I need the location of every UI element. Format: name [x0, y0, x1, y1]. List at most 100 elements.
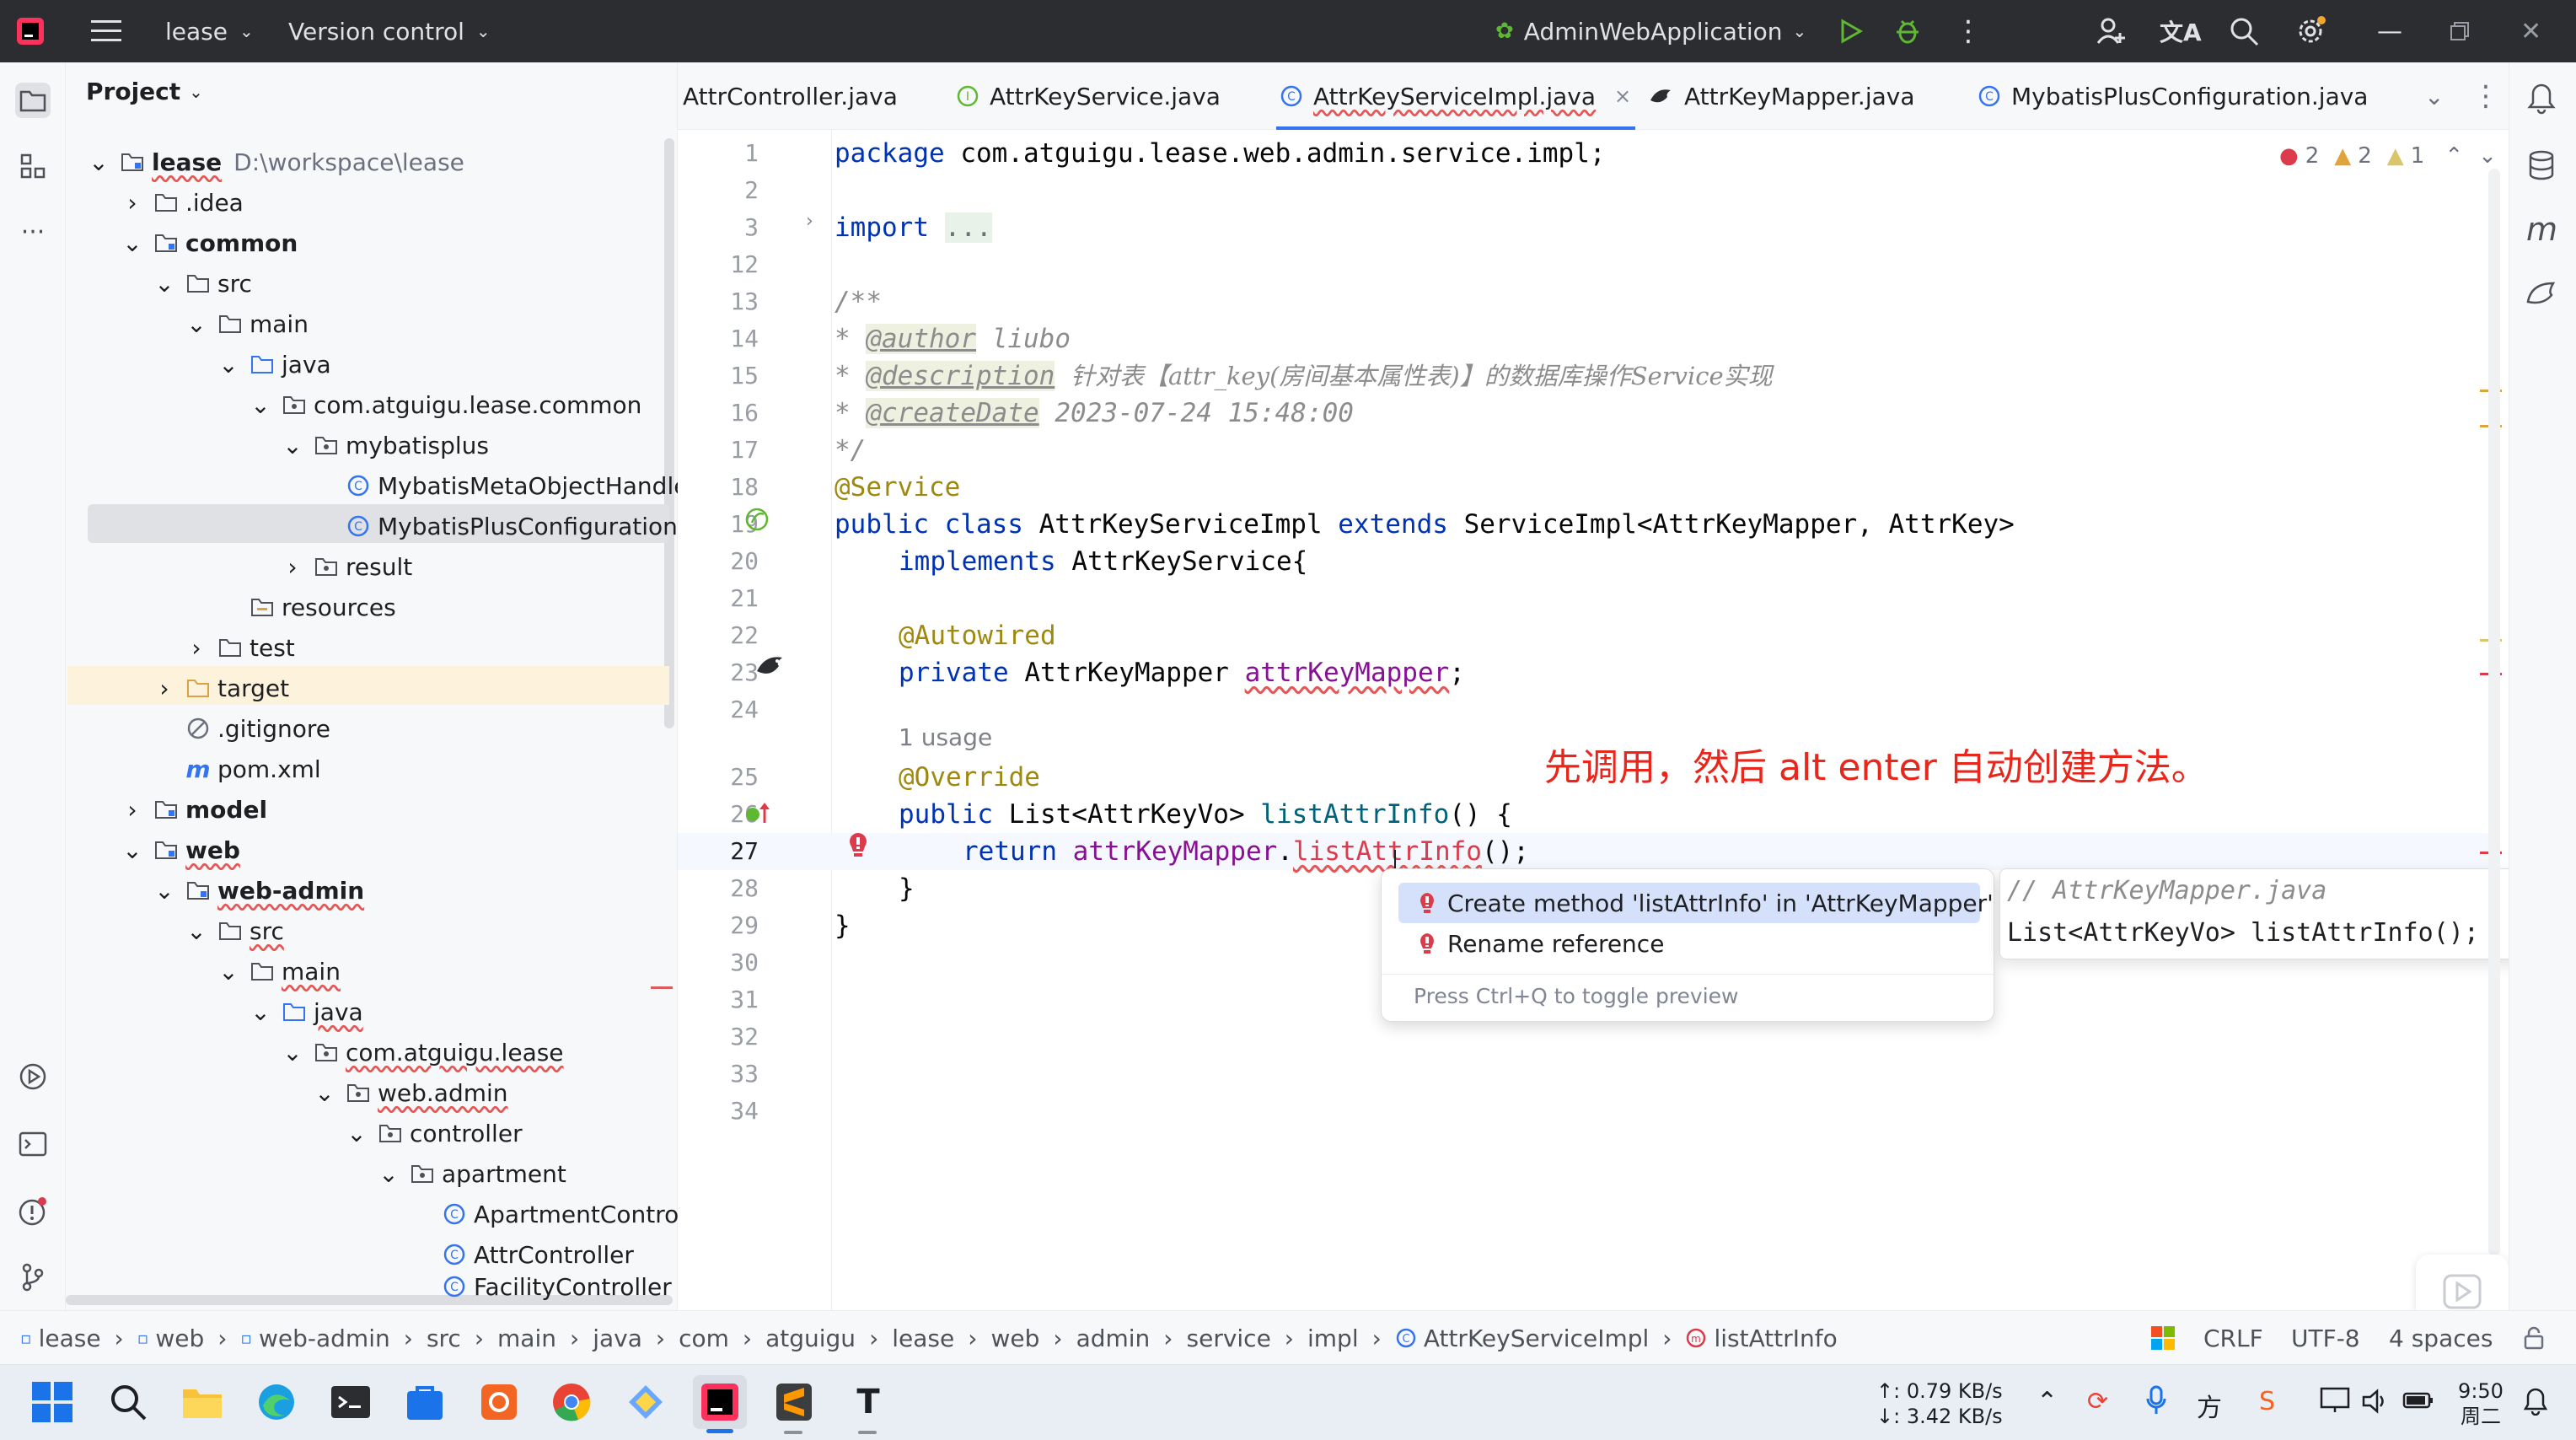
breadcrumb-item[interactable]: listAttrInfo	[1714, 1324, 1837, 1352]
fold-expand-icon[interactable]: ›	[806, 211, 813, 232]
breadcrumb-item[interactable]: admin	[1076, 1324, 1151, 1352]
import-fold[interactable]: ...	[944, 212, 992, 243]
battery-icon[interactable]	[2402, 1389, 2434, 1416]
tab-attr-key-mapper[interactable]: AttrKeyMapper.java	[1649, 62, 1915, 130]
breadcrumb-item[interactable]: src	[427, 1324, 461, 1352]
tray-chevron-up-icon[interactable]: ⌃	[2037, 1387, 2058, 1416]
tree-node[interactable]: C ApartmentControll	[442, 1194, 692, 1234]
store-app-icon[interactable]	[398, 1375, 452, 1429]
structure-tool-icon[interactable]	[15, 148, 51, 184]
tree-node[interactable]: ⌄ web	[122, 830, 240, 870]
tab-attr-key-service-impl[interactable]: C AttrKeyServiceImpl.java ×	[1280, 62, 1631, 130]
breadcrumb-item[interactable]: web	[155, 1324, 204, 1352]
next-problem-icon[interactable]: ⌄	[2478, 143, 2497, 169]
indent-setting[interactable]: 4 spaces	[2389, 1311, 2493, 1365]
tree-node[interactable]: resources	[250, 587, 396, 627]
minimize-button[interactable]: —	[2377, 0, 2402, 62]
tree-node[interactable]: ⌄ src	[186, 911, 284, 951]
restore-button[interactable]	[2450, 0, 2470, 62]
search-icon[interactable]	[2229, 0, 2259, 62]
line-separator[interactable]: CRLF	[2203, 1311, 2263, 1365]
spring-bean-icon[interactable]	[743, 506, 772, 538]
close-window-button[interactable]: ✕	[2520, 0, 2541, 62]
more-tools-icon[interactable]: ···	[15, 214, 51, 250]
notification-bell-icon[interactable]	[2522, 1387, 2549, 1419]
usage-hint[interactable]: 1 usage	[899, 723, 992, 751]
run-configuration-selector[interactable]: ✿ AdminWebApplication ⌄	[1495, 0, 1806, 62]
breadcrumb-item[interactable]: java	[593, 1324, 642, 1352]
display-icon[interactable]	[2320, 1387, 2350, 1417]
services-tool-icon[interactable]	[15, 1059, 51, 1094]
tree-node[interactable]: ⌄ apartment	[378, 1153, 566, 1194]
terminal-app-icon[interactable]	[324, 1375, 378, 1429]
project-switcher[interactable]: lease ⌄	[165, 0, 254, 62]
tree-node[interactable]: m pom.xml	[185, 749, 320, 789]
error-bulb-icon[interactable]	[846, 831, 870, 863]
read-only-lock-icon[interactable]	[2524, 1311, 2544, 1365]
taskbar-search-icon[interactable]	[101, 1375, 155, 1429]
tree-node[interactable]: C MybatisMetaObjectHandle	[346, 465, 688, 506]
tree-node[interactable]: ⌄ main	[186, 304, 309, 344]
tree-node[interactable]: › test	[187, 627, 294, 668]
tree-node[interactable]: ⌄ src	[154, 263, 252, 304]
create-method-action[interactable]: Create method 'listAttrInfo' in 'AttrKey…	[1398, 883, 1994, 923]
add-user-icon[interactable]	[2096, 0, 2126, 62]
project-panel-header[interactable]: Project ⌄	[86, 78, 203, 105]
tree-node[interactable]: ⌄ com.atguigu.lease	[282, 1032, 563, 1072]
inspection-widget[interactable]: ● 2 ▲ 2 ▲ 1 ⌃ ⌄	[2279, 143, 2497, 169]
tab-overflow-chevron-icon[interactable]: ⌄	[2424, 62, 2444, 130]
tree-node[interactable]: ⌄ java	[218, 344, 330, 384]
more-actions-icon[interactable]: ⋮	[1954, 0, 1983, 62]
breadcrumb-item[interactable]: service	[1187, 1324, 1271, 1352]
code-editor[interactable]	[678, 130, 2509, 1310]
tree-node[interactable]: › model	[123, 789, 267, 830]
tree-node[interactable]: ⌄ common	[122, 223, 298, 263]
sublime-text-icon[interactable]	[767, 1375, 821, 1429]
windows-logo-icon[interactable]	[2151, 1311, 2175, 1365]
tab-mybatis-plus-configuration[interactable]: C MybatisPlusConfiguration.java	[1978, 62, 2368, 130]
tab-attr-controller[interactable]: AttrController.java	[683, 62, 898, 130]
tray-app-icon[interactable]: ⟳	[2087, 1387, 2108, 1416]
tree-node[interactable]: › result	[283, 546, 412, 587]
mybatis-navigate-icon[interactable]	[755, 653, 789, 683]
tree-node[interactable]: ⌄ com.atguigu.lease.common	[250, 384, 641, 425]
version-control-menu[interactable]: Version control ⌄	[288, 0, 491, 62]
typora-icon[interactable]: T	[841, 1375, 895, 1429]
close-tab-icon[interactable]: ×	[1614, 84, 1631, 108]
more-tabs-icon[interactable]: ⋮	[2471, 62, 2500, 130]
intellij-logo-icon[interactable]	[15, 0, 46, 62]
edge-browser-icon[interactable]	[250, 1375, 303, 1429]
problems-tool-icon[interactable]	[15, 1194, 51, 1229]
main-menu-icon[interactable]	[91, 0, 121, 62]
tree-node[interactable]: ⌄ web-admin	[154, 870, 364, 911]
run-button[interactable]	[1838, 0, 1863, 62]
breadcrumb-item[interactable]: com	[679, 1324, 729, 1352]
intellij-taskbar-icon[interactable]	[693, 1375, 747, 1429]
tree-node[interactable]: C FacilityController	[442, 1268, 672, 1305]
volume-icon[interactable]	[2362, 1389, 2389, 1417]
tree-node-root[interactable]: ⌄ lease D:\workspace\lease	[89, 142, 464, 182]
editor-scrollbar[interactable]	[2488, 169, 2500, 1256]
tree-node[interactable]: ⌄ mybatisplus	[282, 425, 489, 465]
microphone-icon[interactable]	[2146, 1385, 2166, 1419]
project-scrollbar[interactable]	[664, 138, 674, 728]
breadcrumb-item[interactable]: main	[497, 1324, 556, 1352]
breadcrumb-item[interactable]: impl	[1307, 1324, 1359, 1352]
breadcrumb-item[interactable]: lease	[892, 1324, 954, 1352]
maven-tool-icon[interactable]: m	[2526, 211, 2557, 248]
tree-node[interactable]: ⌄ main	[218, 951, 341, 991]
terminal-tool-icon[interactable]	[15, 1126, 51, 1162]
translate-icon[interactable]: 文A	[2160, 0, 2202, 62]
tree-node[interactable]: ⌄ web.admin	[314, 1072, 507, 1113]
chrome-browser-icon[interactable]	[545, 1375, 598, 1429]
start-button-icon[interactable]	[25, 1375, 79, 1429]
tree-node[interactable]: ⌄ java	[250, 991, 362, 1032]
clock[interactable]: 9:50 周二	[2451, 1378, 2510, 1429]
database-icon[interactable]	[2528, 150, 2555, 184]
file-explorer-icon[interactable]	[175, 1375, 229, 1429]
breadcrumb-item[interactable]: AttrKeyServiceImpl	[1424, 1324, 1649, 1352]
file-encoding[interactable]: UTF-8	[2291, 1311, 2360, 1365]
ime-icon[interactable]: ⽅	[2197, 1387, 2222, 1424]
tree-node-selected[interactable]: C MybatisPlusConfiguration	[346, 506, 678, 546]
tab-attr-key-service[interactable]: I AttrKeyService.java	[956, 62, 1221, 130]
